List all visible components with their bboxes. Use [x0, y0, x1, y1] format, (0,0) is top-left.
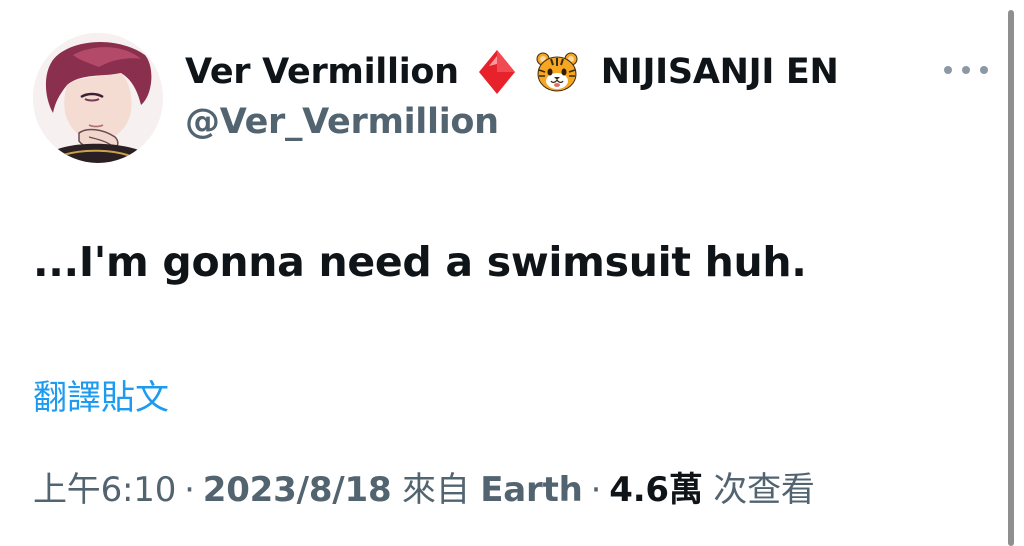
tweet-card: Ver Vermillion NIJISANJI EN @Ver_Vermill…	[0, 0, 1010, 546]
tweet-date[interactable]: 2023/8/18	[203, 470, 392, 510]
avatar[interactable]	[33, 33, 163, 163]
tweet-meta: 上午6:10 · 2023/8/18 來自 Earth · 4.6萬 次查看	[33, 462, 815, 511]
tweet-source: Earth	[480, 470, 583, 510]
more-dot-icon	[944, 66, 952, 74]
source-prefix: 來自	[402, 470, 470, 510]
author-org-name: NIJISANJI EN	[600, 52, 839, 92]
translate-post-link[interactable]: 翻譯貼文	[33, 370, 169, 419]
more-dot-icon	[980, 66, 988, 74]
views-label: 次查看	[713, 470, 815, 510]
tweet-text: ...I'm gonna need a swimsuit huh.	[33, 238, 807, 286]
tiger-face-icon	[535, 50, 579, 94]
author-name-row: Ver Vermillion NIJISANJI EN	[185, 44, 839, 100]
meta-separator: ·	[590, 470, 602, 510]
views-count[interactable]: 4.6萬	[609, 470, 703, 510]
more-options-button[interactable]	[944, 58, 988, 82]
red-diamond-icon	[477, 48, 517, 96]
avatar-illustration	[33, 33, 163, 163]
scrollbar-thumb[interactable]	[1008, 10, 1014, 546]
author-display-name[interactable]: Ver Vermillion	[185, 52, 459, 92]
author-handle[interactable]: @Ver_Vermillion	[185, 102, 499, 142]
meta-separator: ·	[184, 470, 195, 510]
tweet-time[interactable]: 上午6:10	[33, 470, 176, 510]
more-dot-icon	[962, 66, 970, 74]
